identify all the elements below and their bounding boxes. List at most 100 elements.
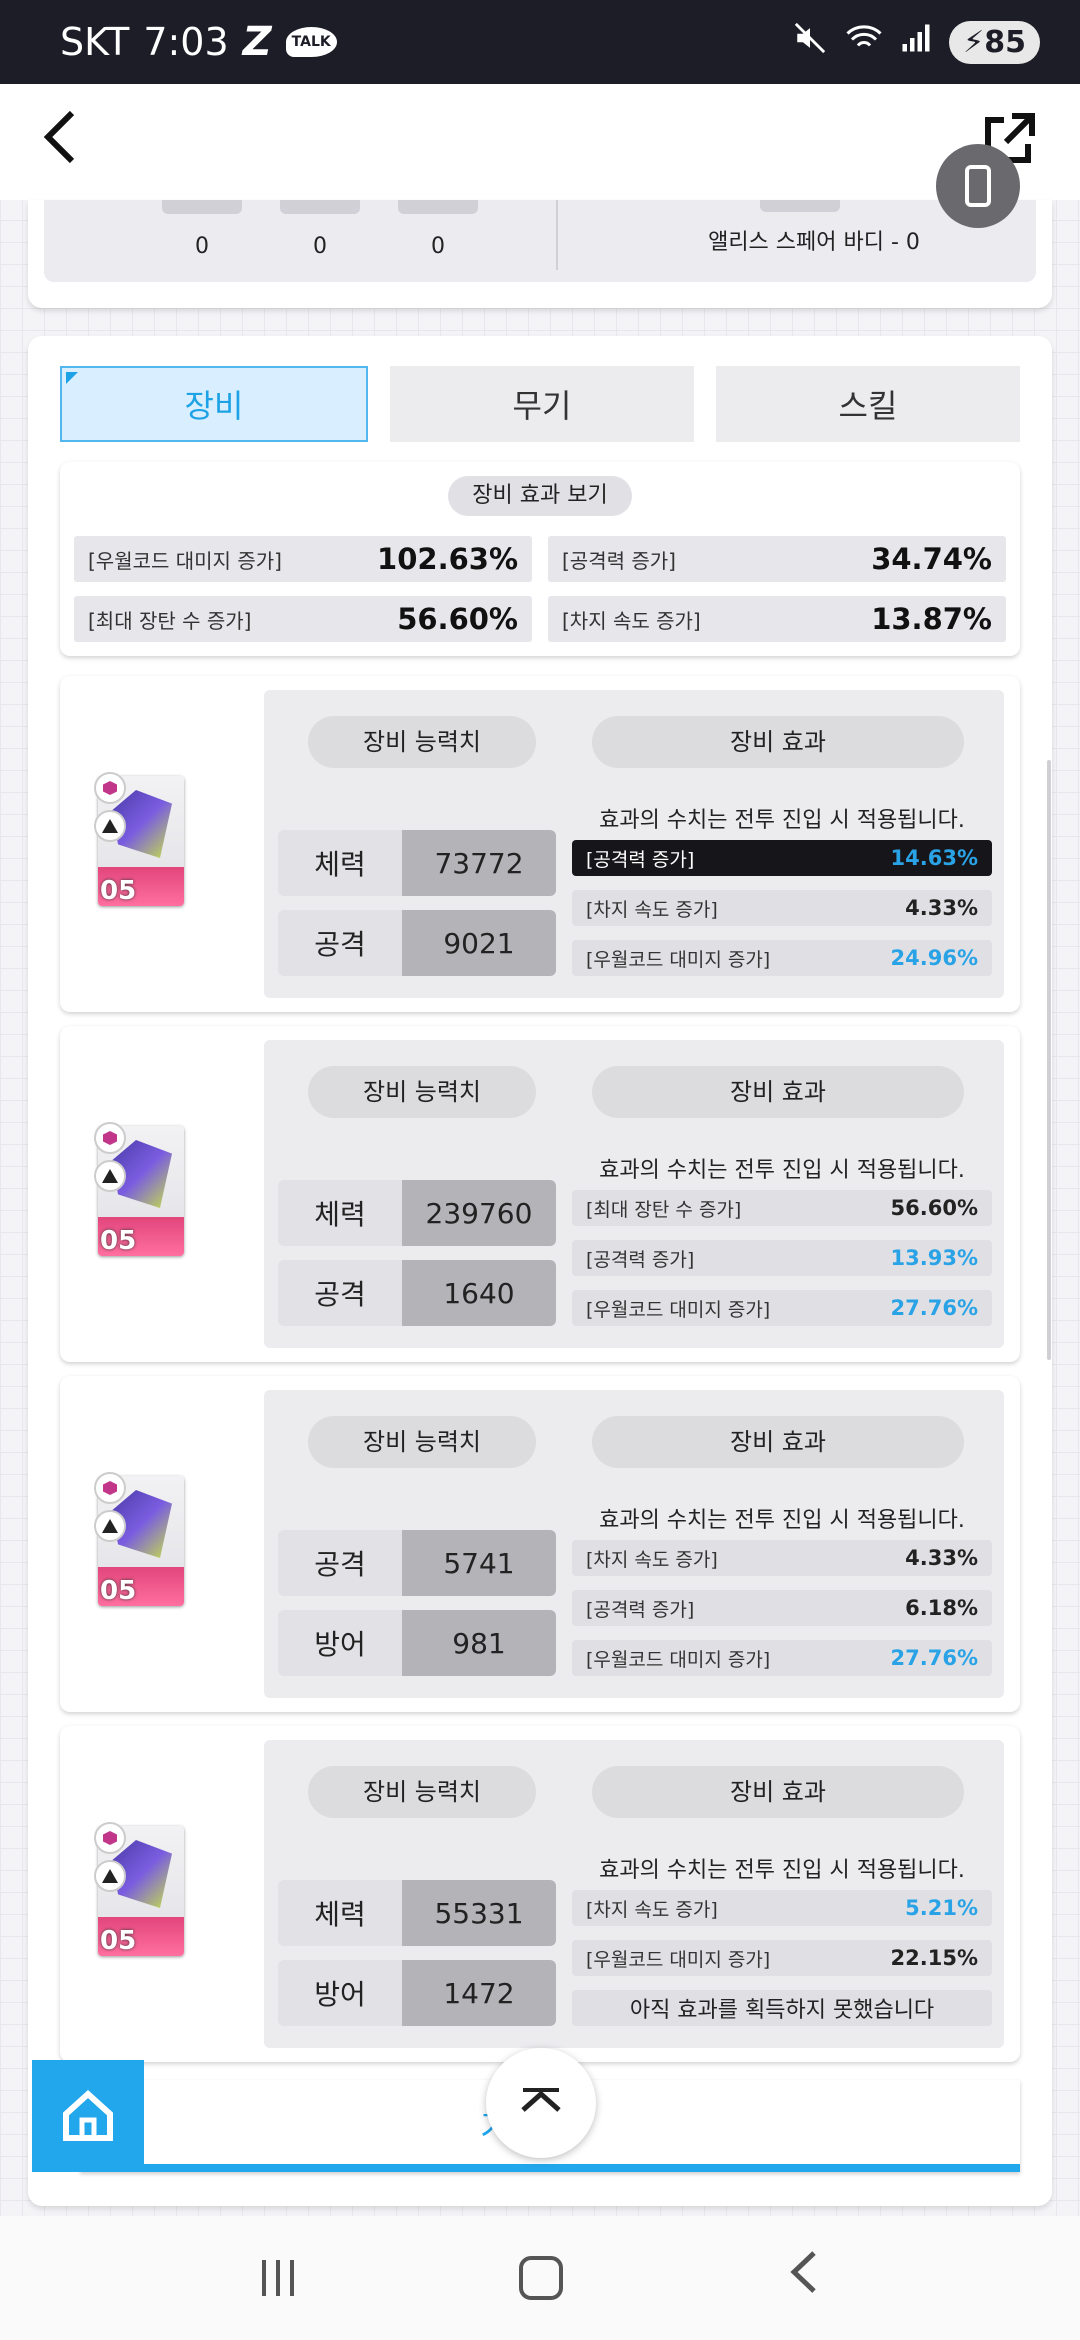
app-bar xyxy=(0,84,1080,200)
stat-slot: 0 xyxy=(398,200,478,259)
back-nav-button[interactable] xyxy=(788,2249,818,2307)
stat-value: 9021 xyxy=(402,910,556,976)
effect-label: [차지 속도 증가] xyxy=(586,898,718,921)
class-badge-icon xyxy=(94,1860,126,1892)
back-button[interactable] xyxy=(40,109,80,175)
stat-name: 체력 xyxy=(278,830,402,896)
device-view-button[interactable] xyxy=(936,144,1020,228)
stat-value: 55331 xyxy=(402,1880,556,1946)
equipment-icon[interactable]: 05 xyxy=(94,1822,184,1956)
equipment-stats-title: 장비 능력치 xyxy=(308,1416,536,1468)
equipment-effects-title: 장비 효과 xyxy=(592,1766,964,1818)
carrier-label: SKT xyxy=(60,20,130,64)
summary-card: 0 0 0 앨리스 스페어 바디 - 0 xyxy=(28,200,1052,308)
clock: 7:03 xyxy=(143,20,229,64)
effect-value: 27.76% xyxy=(890,1646,978,1670)
effect-row: [우월코드 대미지 증가] 27.76% xyxy=(572,1290,992,1326)
summary-row: [차지 속도 증가] 13.87% xyxy=(548,596,1006,642)
stat-row: 공격 5741 xyxy=(278,1530,556,1596)
stat-slot-image xyxy=(280,200,360,214)
stat-value: 981 xyxy=(402,1610,556,1676)
stat-slot: 0 xyxy=(280,200,360,259)
recent-apps-button[interactable] xyxy=(262,2260,295,2296)
summary-value: 34.74% xyxy=(871,542,992,576)
equipment-card: 05 장비 능력치 장비 효과 공격 5741 방어 981 효과의 수치는 전… xyxy=(60,1376,1020,1712)
equipment-panel: 장비 무기 스킬 장비 효과 보기 [우월코드 대미지 증가] 102.63% … xyxy=(28,336,1052,2206)
effect-row: [우월코드 대미지 증가] 22.15% xyxy=(572,1940,992,1976)
spare-body-label: 앨리스 스페어 바디 - 0 xyxy=(708,230,920,255)
effect-row: [공격력 증가] 6.18% xyxy=(572,1590,992,1626)
stat-value: 1640 xyxy=(402,1260,556,1326)
effect-value: 22.15% xyxy=(890,1946,978,1970)
stat-slot-value: 0 xyxy=(313,234,327,259)
equipment-stats-title: 장비 능력치 xyxy=(308,1066,536,1118)
tab-weapon[interactable]: 무기 xyxy=(390,366,694,442)
effect-value: 14.63% xyxy=(890,846,978,870)
effect-label: 아직 효과를 획득하지 못했습니다 xyxy=(629,1998,935,2023)
stat-slot-image xyxy=(398,200,478,214)
notification-z-icon: Z xyxy=(242,19,272,65)
effect-label: [공격력 증가] xyxy=(586,1248,695,1271)
manufacturer-badge-icon xyxy=(94,1472,126,1504)
stat-name: 방어 xyxy=(278,1610,402,1676)
effect-row: [공격력 증가] 13.93% xyxy=(572,1240,992,1276)
effect-row: [차지 속도 증가] 4.33% xyxy=(572,890,992,926)
summary-value: 56.60% xyxy=(397,602,518,636)
equipment-effects-title: 장비 효과 xyxy=(592,1416,964,1468)
scroll-to-top-button[interactable] xyxy=(486,2048,596,2158)
class-badge-icon xyxy=(94,810,126,842)
equipment-detail: 장비 능력치 장비 효과 체력 73772 공격 9021 효과의 수치는 전투… xyxy=(264,690,1004,998)
effect-label: [공격력 증가] xyxy=(586,1598,695,1621)
wifi-icon xyxy=(845,23,883,61)
stat-name: 공격 xyxy=(278,1260,402,1326)
summary-value: 102.63% xyxy=(377,542,518,576)
effect-label: [공격력 증가] xyxy=(586,848,695,871)
effect-row: [차지 속도 증가] 5.21% xyxy=(572,1890,992,1926)
effect-label: [차지 속도 증가] xyxy=(586,1548,718,1571)
equipment-effects-title: 장비 효과 xyxy=(592,716,964,768)
home-icon xyxy=(63,2089,113,2141)
effect-label: [우월코드 대미지 증가] xyxy=(586,1648,771,1671)
equipment-stats-title: 장비 능력치 xyxy=(308,1766,536,1818)
effect-note: 효과의 수치는 전투 진입 시 적용됩니다. xyxy=(599,1508,965,1533)
stat-row: 체력 73772 xyxy=(278,830,556,896)
equipment-card: 05 장비 능력치 장비 효과 체력 239760 공격 1640 효과의 수치… xyxy=(60,1026,1020,1362)
tab-equipment[interactable]: 장비 xyxy=(60,366,368,442)
equipment-icon[interactable]: 05 xyxy=(94,1472,184,1606)
equipment-icon[interactable]: 05 xyxy=(94,1122,184,1256)
effect-label: [최대 장탄 수 증가] xyxy=(586,1198,742,1221)
stat-name: 체력 xyxy=(278,1180,402,1246)
gear-level: 05 xyxy=(100,876,137,906)
home-button[interactable] xyxy=(32,2060,144,2172)
summary-row: [우월코드 대미지 증가] 102.63% xyxy=(74,536,532,582)
equipment-detail: 장비 능력치 장비 효과 체력 239760 공격 1640 효과의 수치는 전… xyxy=(264,1040,1004,1348)
class-badge-icon xyxy=(94,1510,126,1542)
phone-icon xyxy=(965,165,991,207)
manufacturer-badge-icon xyxy=(94,772,126,804)
home-nav-button[interactable] xyxy=(518,2256,563,2300)
gear-level: 05 xyxy=(100,1926,137,1956)
view-effects-button[interactable]: 장비 효과 보기 xyxy=(448,476,632,516)
stat-row: 방어 1472 xyxy=(278,1960,556,2026)
chevron-up-icon xyxy=(521,2088,561,2112)
equipment-icon[interactable]: 05 xyxy=(94,772,184,906)
stat-value: 5741 xyxy=(402,1530,556,1596)
effect-label: [우월코드 대미지 증가] xyxy=(586,948,771,971)
stat-name: 방어 xyxy=(278,1960,402,2026)
summary-row: [공격력 증가] 34.74% xyxy=(548,536,1006,582)
summary-label: [공격력 증가] xyxy=(562,548,676,573)
class-badge-icon xyxy=(94,1160,126,1192)
effect-label: [우월코드 대미지 증가] xyxy=(586,1948,771,1971)
scrollbar[interactable] xyxy=(1047,760,1051,1360)
effect-note: 효과의 수치는 전투 진입 시 적용됩니다. xyxy=(599,808,965,833)
effect-label: [차지 속도 증가] xyxy=(586,1898,718,1921)
effect-value: 56.60% xyxy=(890,1196,978,1220)
effect-value: 4.33% xyxy=(905,1546,978,1570)
summary-label: [최대 장탄 수 증가] xyxy=(88,608,252,633)
stat-value: 73772 xyxy=(402,830,556,896)
effect-row: [차지 속도 증가] 4.33% xyxy=(572,1540,992,1576)
gear-level: 05 xyxy=(100,1576,137,1606)
tab-skill[interactable]: 스킬 xyxy=(716,366,1020,442)
summary-value: 13.87% xyxy=(871,602,992,636)
stat-slot-image xyxy=(162,200,242,214)
